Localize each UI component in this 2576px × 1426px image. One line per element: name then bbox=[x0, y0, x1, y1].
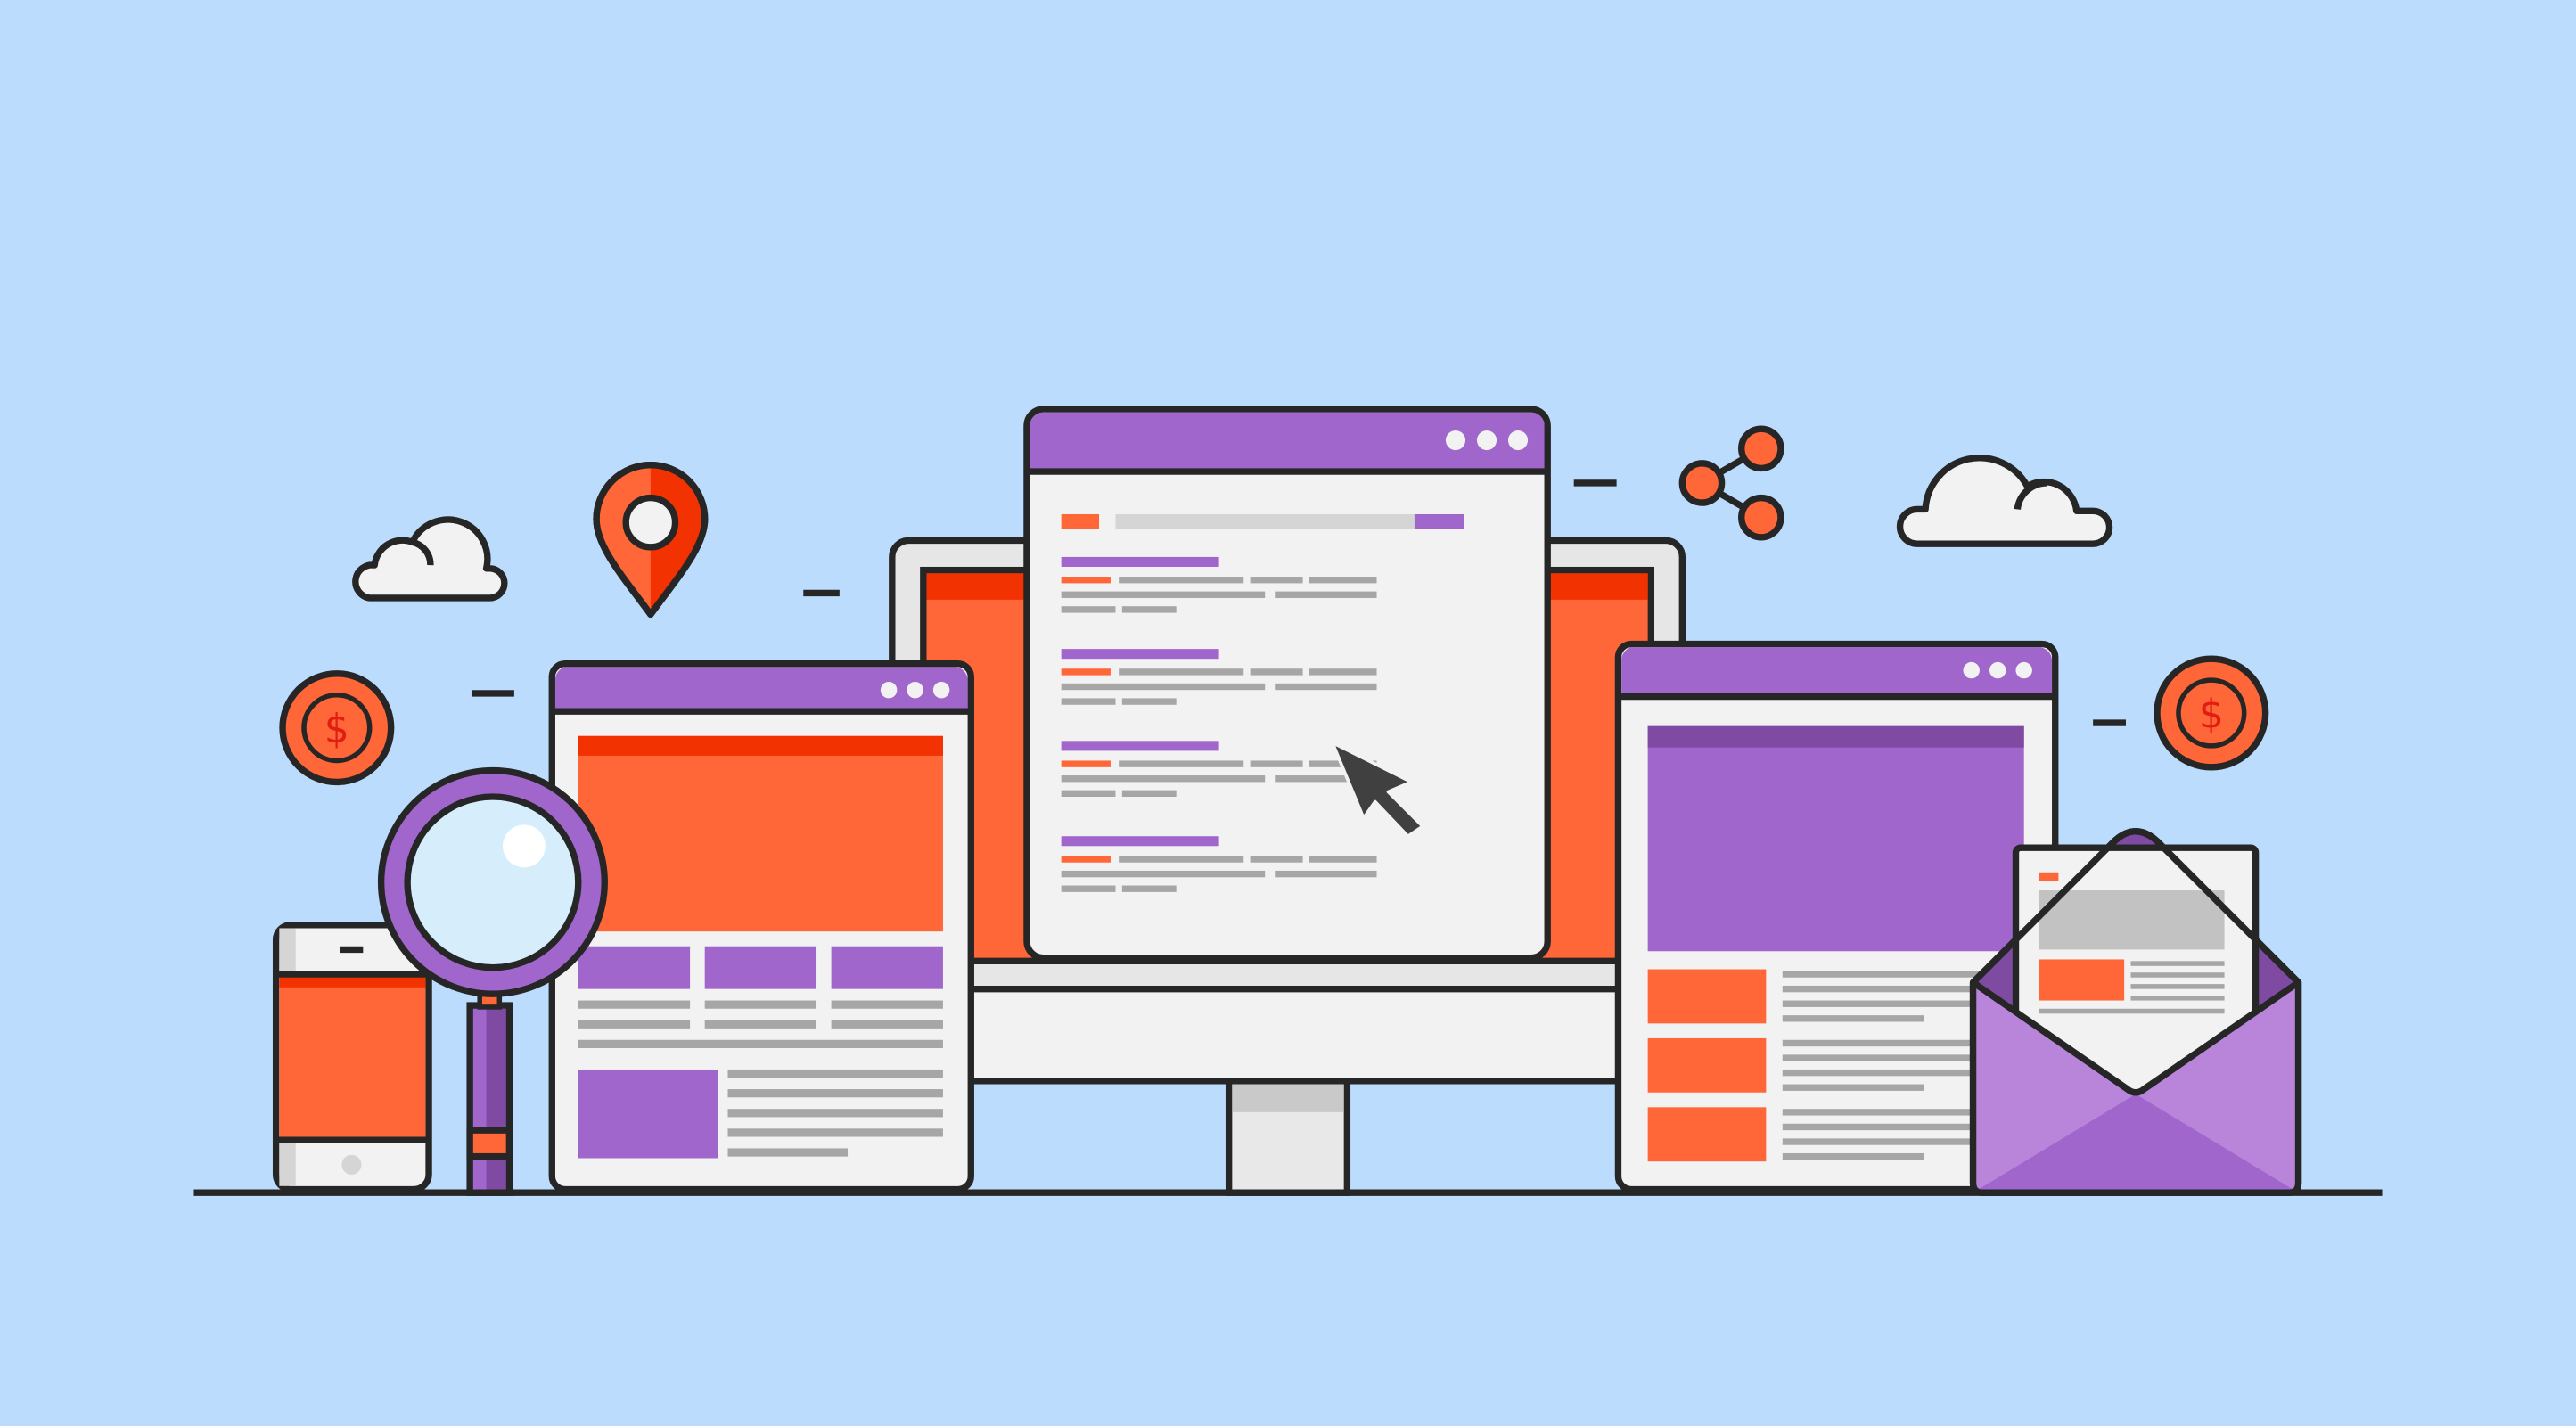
web-design-illustration: $ $ bbox=[193, 406, 2383, 1196]
coin-dollar-icon: $ bbox=[2154, 655, 2269, 771]
smartphone-icon bbox=[272, 922, 432, 1193]
cloud-icon bbox=[1896, 455, 2113, 547]
cloud-icon bbox=[352, 516, 508, 602]
envelope-icon bbox=[1969, 828, 2302, 1196]
browser-window-icon bbox=[548, 660, 974, 1193]
browser-window-icon bbox=[1023, 406, 1551, 962]
coin-dollar-icon: $ bbox=[279, 670, 395, 786]
share-icon bbox=[1678, 425, 1784, 541]
coin-symbol: $ bbox=[2199, 693, 2224, 738]
coin-symbol: $ bbox=[324, 707, 349, 752]
map-pin-icon bbox=[593, 462, 709, 619]
